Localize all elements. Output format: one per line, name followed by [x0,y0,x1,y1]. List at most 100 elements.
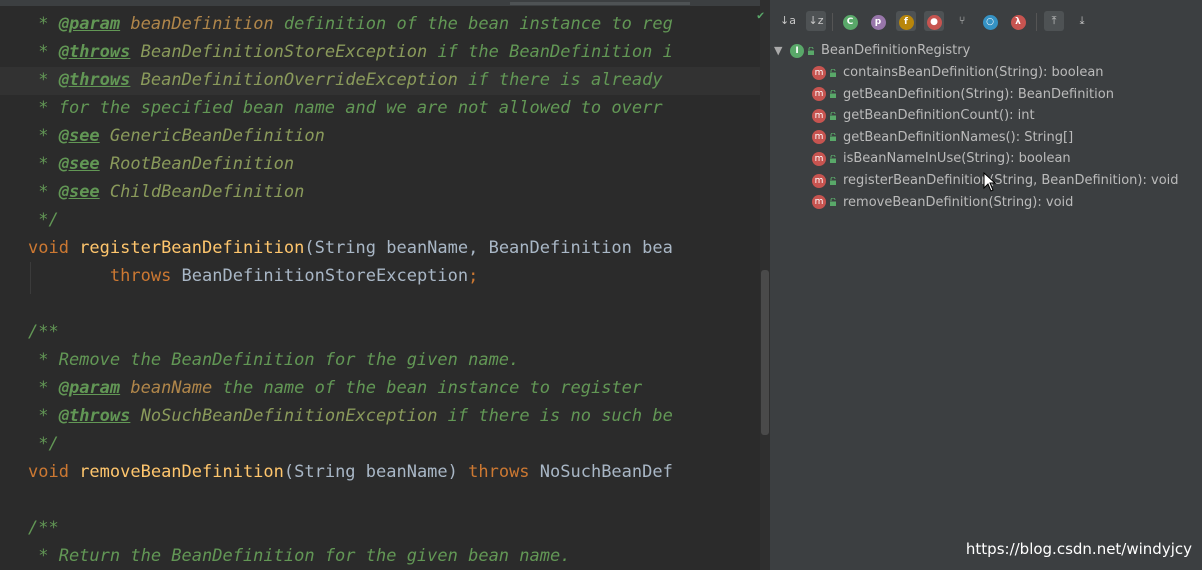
code-token: @see [58,126,100,146]
show-anonymous-icon: ○ [982,15,998,30]
public-access-icon [829,133,837,142]
code-token: * [28,70,59,90]
sort-by-visibility-button[interactable]: ↓a [778,11,798,31]
code-token: ; [468,266,479,286]
code-line[interactable]: /** [28,514,59,542]
method-signature: getBeanDefinition(String): BeanDefinitio… [843,86,1114,102]
public-access-icon [807,46,815,55]
code-token: */ [28,210,59,230]
editor-tab-strip [0,0,770,6]
collapse-all-button[interactable]: ⤓ [1072,11,1092,31]
code-line[interactable]: * @param beanName the name of the bean i… [28,374,642,402]
show-inherited-button[interactable]: C [840,11,860,31]
code-token: NoSuchBeanDefinitionException [140,406,438,426]
sort-alphabetically-icon: ↓z [808,14,824,27]
toolbar-separator [1036,13,1037,31]
code-line[interactable]: void removeBeanDefinition(String beanNam… [28,458,673,486]
code-token: * [28,406,59,426]
tree-method-item[interactable]: m getBeanDefinitionCount(): int [812,107,1035,125]
code-line[interactable]: * @see ChildBeanDefinition [28,178,304,206]
public-access-icon [829,68,837,77]
code-token: (String beanName, BeanDefinition bea [304,238,673,258]
code-line[interactable]: * @throws BeanDefinitionStoreException i… [28,38,673,66]
code-token: beanName [130,378,213,398]
expand-all-button[interactable]: ⤒ [1044,11,1064,31]
code-token: * [28,154,59,174]
show-lambdas-button[interactable]: ⑂ [952,11,972,31]
code-line[interactable]: */ [28,430,58,458]
tree-method-item[interactable]: m getBeanDefinition(String): BeanDefiniti… [812,86,1114,104]
tree-root-label: BeanDefinitionRegistry [821,43,971,58]
method-icon: m [812,87,826,102]
code-token: NoSuchBeanDef [539,462,673,482]
show-lambda-button[interactable]: λ [1008,11,1028,31]
code-line[interactable]: * @throws BeanDefinitionOverrideExceptio… [28,66,663,94]
tree-root-node[interactable]: ▼ I BeanDefinitionRegistry [774,42,970,60]
code-token: throws [109,266,182,286]
editor-scrollbar-thumb[interactable] [761,270,769,435]
code-line[interactable]: */ [28,206,59,234]
tree-method-item[interactable]: m removeBeanDefinition(String): void [812,194,1073,212]
show-anonymous-button[interactable]: ○ [980,11,1000,31]
code-line[interactable]: throws BeanDefinitionStoreException; [28,262,478,290]
interface-icon: I [790,43,804,58]
code-token: * Return the BeanDefinition for the give… [28,546,571,566]
code-token: the name of the bean instance to registe… [212,378,643,398]
code-line[interactable]: * for the specified bean name and we are… [28,94,663,122]
code-token: beanDefinition [130,14,274,34]
method-signature: containsBeanDefinition(String): boolean [843,65,1104,80]
tree-method-item[interactable]: m getBeanDefinitionNames(): String[] [812,129,1073,147]
code-token: registerBeanDefinition [79,238,305,258]
show-lambda-icon: λ [1010,15,1026,30]
show-inherited-icon: C [842,15,858,30]
method-icon: m [812,195,826,210]
structure-panel[interactable]: ↓a ↓z Cp f ● ⑂ ○ λ ⤒ ⤓ ▼ I BeanDefinitionRegistry m… [770,0,1202,570]
show-non-public-icon: ● [926,15,942,30]
code-token: definition of the bean instance to reg [273,14,673,34]
tree-method-item[interactable]: m containsBeanDefinition(String): boolean [812,64,1104,82]
code-line[interactable]: * @see GenericBeanDefinition [28,122,325,150]
code-token: ChildBeanDefinition [109,182,305,202]
expand-arrow-icon[interactable]: ▼ [774,42,786,60]
code-line[interactable]: * @see RootBeanDefinition [28,150,294,178]
method-icon: m [812,108,826,123]
code-token: * for the specified bean name and we are… [28,98,663,118]
code-token: void [28,462,80,482]
show-properties-icon: p [870,15,886,30]
code-token: /** [28,322,59,342]
method-icon: m [812,151,826,166]
public-access-icon [829,176,837,185]
method-signature: getBeanDefinitionCount(): int [843,108,1035,124]
code-editor[interactable]: * @param beanDefinition definition of th… [0,0,770,570]
code-token: @throws [58,42,131,62]
tree-method-item[interactable]: m isBeanNameInUse(String): boolean [812,150,1071,168]
code-token: @throws [58,406,131,426]
code-line[interactable]: * Remove the BeanDefinition for the give… [28,346,519,374]
code-token: * [28,182,59,202]
show-properties-button[interactable]: p [868,11,888,31]
method-icon: m [812,130,826,145]
code-line[interactable]: void registerBeanDefinition(String beanN… [28,234,673,262]
code-token: BeanDefinitionOverrideException [140,70,458,90]
inspection-ok-icon[interactable]: ✔ [757,9,767,21]
expand-all-icon: ⤒ [1051,14,1057,27]
editor-active-tab[interactable] [510,2,690,5]
code-line[interactable]: * @param beanDefinition definition of th… [28,10,673,38]
show-non-public-button[interactable]: ● [924,11,944,31]
code-line[interactable]: /** [28,318,59,346]
sort-alphabetically-button[interactable]: ↓z [806,11,826,31]
code-token: if there is already [457,70,663,90]
code-line[interactable]: * @throws NoSuchBeanDefinitionException … [28,402,673,430]
method-signature: isBeanNameInUse(String): boolean [843,151,1071,167]
method-signature: removeBeanDefinition(String): void [843,194,1074,210]
show-fields-button[interactable]: f [896,11,916,31]
code-line[interactable]: * Return the BeanDefinition for the give… [28,542,570,570]
public-access-icon [829,90,837,99]
collapse-all-icon: ⤓ [1079,14,1085,27]
